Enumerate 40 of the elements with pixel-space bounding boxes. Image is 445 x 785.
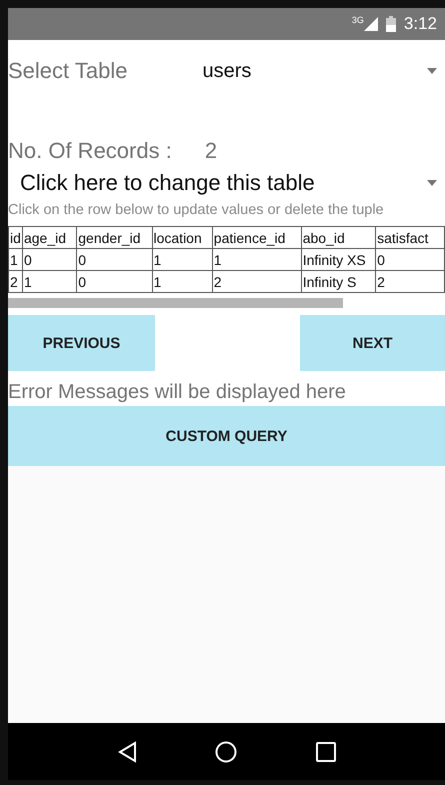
table-cell[interactable]: Infinity S bbox=[301, 270, 376, 292]
network-type: 3G bbox=[352, 15, 364, 25]
dropdown-caret-icon bbox=[427, 180, 437, 186]
table-cell[interactable]: 2 bbox=[376, 270, 444, 292]
error-message: Error Messages will be displayed here bbox=[8, 380, 347, 405]
table-cell[interactable]: 2 bbox=[8, 270, 22, 292]
signal-icon bbox=[364, 17, 378, 31]
hint-text: Click on the row below to update values or delete the tuple bbox=[8, 202, 385, 218]
column-header: location bbox=[152, 226, 212, 248]
records-label: No. Of Records : bbox=[8, 138, 172, 164]
column-header: abo_id bbox=[301, 226, 376, 248]
back-icon[interactable] bbox=[117, 740, 138, 762]
previous-button[interactable]: PREVIOUS bbox=[8, 315, 155, 371]
table-cell[interactable]: 1 bbox=[152, 270, 212, 292]
change-table-dropdown[interactable]: Click here to change this table bbox=[8, 170, 445, 196]
table-cell[interactable]: 1 bbox=[22, 270, 77, 292]
column-header: id bbox=[8, 226, 22, 248]
table-cell[interactable]: 1 bbox=[212, 248, 302, 270]
next-button[interactable]: NEXT bbox=[300, 315, 445, 371]
column-header: patience_id bbox=[212, 226, 302, 248]
table-dropdown[interactable]: users bbox=[127, 60, 445, 82]
table-cell[interactable]: Infinity XS bbox=[301, 248, 376, 270]
table-cell[interactable]: 2 bbox=[212, 270, 302, 292]
column-header: satisfact bbox=[376, 226, 444, 248]
battery-icon bbox=[386, 16, 396, 32]
records-count: 2 bbox=[204, 138, 218, 164]
column-header: gender_id bbox=[76, 226, 152, 248]
select-table-label: Select Table bbox=[8, 58, 128, 84]
table-cell[interactable]: 1 bbox=[152, 248, 212, 270]
recents-icon[interactable] bbox=[316, 742, 336, 762]
table-cell[interactable]: 1 bbox=[8, 248, 22, 270]
clock-time: 3:12 bbox=[404, 14, 437, 34]
column-header: age_id bbox=[22, 226, 77, 248]
custom-query-button[interactable]: CUSTOM QUERY bbox=[8, 406, 445, 466]
table-cell[interactable]: 0 bbox=[376, 248, 444, 270]
table-cell[interactable]: 0 bbox=[22, 248, 77, 270]
dropdown-caret-icon bbox=[427, 68, 437, 74]
table-cell[interactable]: 0 bbox=[76, 270, 152, 292]
table-cell[interactable]: 0 bbox=[76, 248, 152, 270]
home-icon[interactable] bbox=[215, 740, 238, 762]
